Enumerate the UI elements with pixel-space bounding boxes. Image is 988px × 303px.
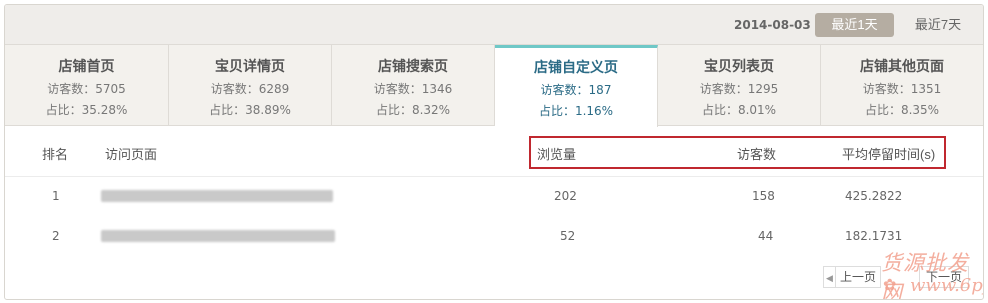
cell-visitors: 44 xyxy=(758,229,774,243)
tab-visitors: 访客数：187 xyxy=(540,83,612,97)
watermark-url: www.6pf.cn xyxy=(910,275,983,296)
range-7day-button[interactable]: 最近7天 xyxy=(903,13,973,37)
stats-panel: 2014-08-03 最近1天 最近7天 店铺首页 访客数：5705 占比：35… xyxy=(4,4,984,300)
tab-ratio: 占比：8.35% xyxy=(864,103,940,117)
header-rank: 排名 xyxy=(42,147,69,162)
page-type-tabs: 店铺首页 访客数：5705 占比：35.28% 宝贝详情页 访客数：6289 占… xyxy=(5,45,983,127)
tab-item-list[interactable]: 宝贝列表页 访客数：1295 占比：8.01% xyxy=(658,45,821,126)
range-1day-button[interactable]: 最近1天 xyxy=(815,13,894,37)
tab-visitors: 访客数：1351 xyxy=(862,82,942,96)
tab-shop-search[interactable]: 店铺搜索页 访客数：1346 占比：8.32% xyxy=(332,45,495,126)
table-row: 1 202 158 425.2822 xyxy=(5,177,983,217)
tab-label: 宝贝列表页 xyxy=(704,58,774,74)
tab-ratio: 占比：35.28% xyxy=(45,103,128,117)
tab-ratio: 占比：8.32% xyxy=(375,103,451,117)
blurred-page-link[interactable] xyxy=(101,230,335,242)
tab-label: 店铺自定义页 xyxy=(534,59,618,75)
tab-ratio: 占比：38.89% xyxy=(209,103,291,117)
tab-label: 店铺首页 xyxy=(58,58,115,74)
cell-rank: 1 xyxy=(52,189,60,203)
table-row: 2 52 44 182.1731 xyxy=(5,217,983,257)
cell-pageviews: 202 xyxy=(554,189,577,203)
tab-label: 宝贝详情页 xyxy=(215,58,285,74)
tab-label: 店铺搜索页 xyxy=(378,58,448,74)
cell-pageviews: 52 xyxy=(560,229,576,243)
watermark-icon: ✿ xyxy=(883,277,897,294)
cell-visitors: 158 xyxy=(752,189,775,203)
tab-visitors: 访客数：6289 xyxy=(210,82,290,96)
tab-item-detail[interactable]: 宝贝详情页 访客数：6289 占比：38.89% xyxy=(169,45,332,126)
cell-avg-time: 182.1731 xyxy=(845,229,903,243)
arrow-left-icon[interactable]: ◀ xyxy=(823,266,835,288)
tab-label: 店铺其他页面 xyxy=(860,58,944,74)
highlight-annotation xyxy=(529,136,946,169)
tab-ratio: 占比：1.16% xyxy=(538,104,614,118)
tab-visitors: 访客数：1295 xyxy=(699,82,779,96)
header-page: 访问页面 xyxy=(105,147,158,162)
blurred-page-link[interactable] xyxy=(101,190,333,202)
cell-avg-time: 425.2822 xyxy=(845,189,903,203)
prev-page-button[interactable]: 上一页 xyxy=(835,266,881,288)
tab-shop-home[interactable]: 店铺首页 访客数：5705 占比：35.28% xyxy=(5,45,169,126)
tab-visitors: 访客数：5705 xyxy=(47,82,126,96)
toolbar: 2014-08-03 最近1天 最近7天 xyxy=(5,5,983,45)
tab-shop-custom[interactable]: 店铺自定义页 访客数：187 占比：1.16% xyxy=(495,45,658,127)
cell-rank: 2 xyxy=(52,229,60,243)
tab-ratio: 占比：8.01% xyxy=(701,103,777,117)
date-label: 2014-08-03 xyxy=(734,18,811,32)
tab-shop-other[interactable]: 店铺其他页面 访客数：1351 占比：8.35% xyxy=(821,45,983,126)
tab-visitors: 访客数：1346 xyxy=(373,82,453,96)
